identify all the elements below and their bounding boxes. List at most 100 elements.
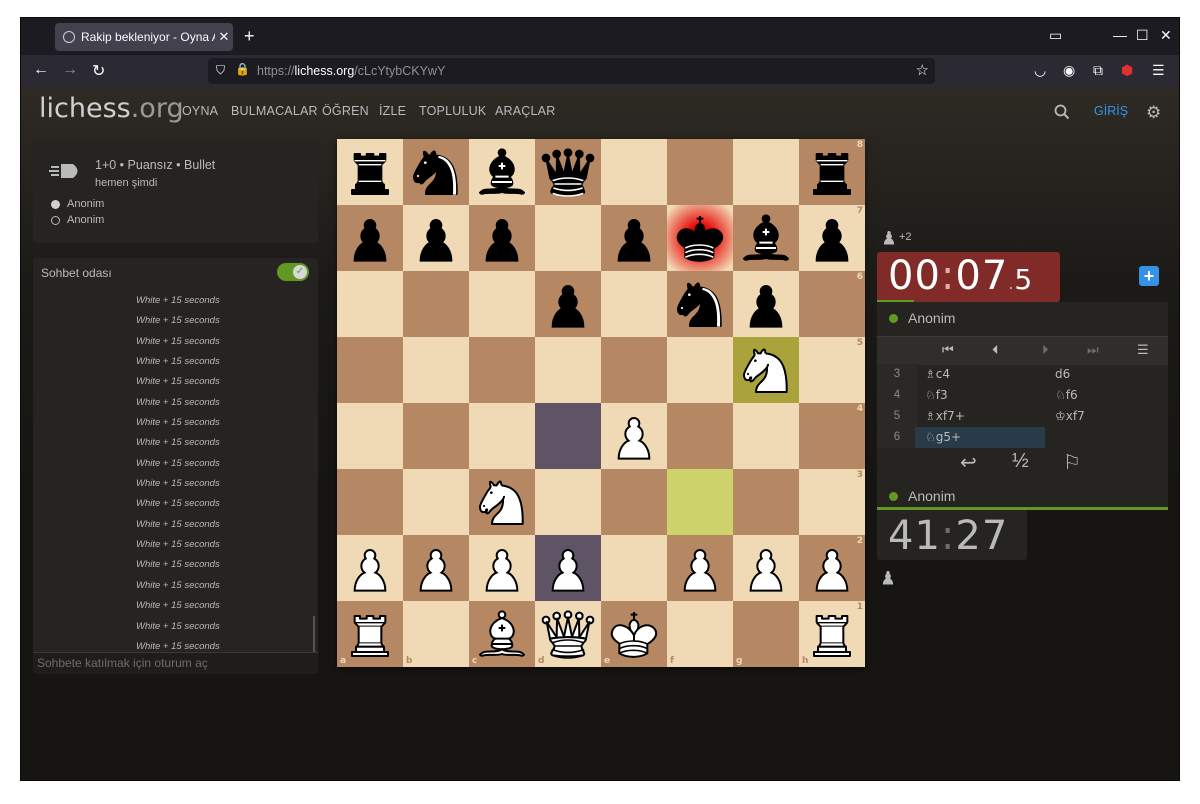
move-menu-icon[interactable]: ☰: [1137, 342, 1149, 358]
square-g7[interactable]: [733, 205, 799, 271]
square-b5[interactable]: [403, 337, 469, 403]
bottom-player[interactable]: Anonim: [889, 488, 955, 504]
square-c5[interactable]: [469, 337, 535, 403]
browser-tab[interactable]: Rakip bekleniyor - Oyna Ar ✕: [55, 23, 233, 51]
square-a2[interactable]: [337, 535, 403, 601]
maximize-icon[interactable]: ☐: [1136, 27, 1149, 44]
first-move-icon[interactable]: ⏮: [942, 342, 954, 358]
square-a4[interactable]: [337, 403, 403, 469]
account-icon[interactable]: ◉: [1063, 62, 1075, 79]
white-player[interactable]: Anonim: [51, 198, 104, 210]
top-player[interactable]: Anonim: [889, 310, 955, 326]
square-g6[interactable]: [733, 271, 799, 337]
resign-flag-icon[interactable]: ⚐: [1063, 450, 1081, 475]
menu-watch[interactable]: İZLE: [379, 104, 406, 118]
white-move[interactable]: ♘g5+: [915, 427, 1045, 448]
square-a6[interactable]: [337, 271, 403, 337]
square-a8[interactable]: [337, 139, 403, 205]
square-f2[interactable]: [667, 535, 733, 601]
black-move[interactable]: ♔xf7: [1055, 406, 1165, 427]
takeback-icon[interactable]: ↩: [960, 450, 977, 475]
bookmark-star-icon[interactable]: ☆: [916, 61, 929, 79]
square-d2[interactable]: [535, 535, 601, 601]
offer-draw-button[interactable]: ½: [1012, 450, 1029, 473]
square-e1[interactable]: e: [601, 601, 667, 667]
square-b2[interactable]: [403, 535, 469, 601]
chess-board[interactable]: 8 7 6 54 32 ab c d e f g 1 h: [337, 139, 865, 667]
minimize-icon[interactable]: —: [1113, 27, 1127, 43]
square-b3[interactable]: [403, 469, 469, 535]
menu-learn[interactable]: ÖĞREN: [322, 104, 369, 118]
square-b4[interactable]: [403, 403, 469, 469]
square-d6[interactable]: [535, 271, 601, 337]
login-link[interactable]: GİRİŞ: [1094, 104, 1128, 118]
square-b6[interactable]: [403, 271, 469, 337]
square-h4[interactable]: 4: [799, 403, 865, 469]
black-player[interactable]: Anonim: [51, 214, 104, 226]
square-d8[interactable]: [535, 139, 601, 205]
square-d7[interactable]: [535, 205, 601, 271]
add-time-button[interactable]: +: [1139, 266, 1159, 286]
square-a3[interactable]: [337, 469, 403, 535]
square-g8[interactable]: [733, 139, 799, 205]
square-d3[interactable]: [535, 469, 601, 535]
back-icon[interactable]: ←: [33, 61, 49, 79]
black-move[interactable]: d6: [1055, 364, 1165, 385]
menu-puzzles[interactable]: BULMACALAR: [231, 104, 318, 118]
next-move-icon[interactable]: ⏵: [1042, 342, 1049, 358]
reload-icon[interactable]: ↻: [92, 61, 105, 81]
lock-icon[interactable]: 🔒: [235, 62, 250, 76]
close-window-icon[interactable]: ✕: [1160, 27, 1172, 44]
menu-icon[interactable]: ☰: [1152, 62, 1165, 79]
square-d4[interactable]: [535, 403, 601, 469]
square-f4[interactable]: [667, 403, 733, 469]
ublock-icon[interactable]: ⬢: [1121, 62, 1133, 79]
square-c4[interactable]: [469, 403, 535, 469]
white-move[interactable]: ♘f3: [925, 385, 1045, 406]
square-c7[interactable]: [469, 205, 535, 271]
close-tab-icon[interactable]: ✕: [215, 29, 233, 45]
square-e7[interactable]: [601, 205, 667, 271]
square-g3[interactable]: [733, 469, 799, 535]
square-h1[interactable]: 1h: [799, 601, 865, 667]
square-c3[interactable]: [469, 469, 535, 535]
square-e3[interactable]: [601, 469, 667, 535]
menu-community[interactable]: TOPLULUK: [419, 104, 486, 118]
search-icon[interactable]: [1054, 104, 1070, 125]
square-e2[interactable]: [601, 535, 667, 601]
forward-icon[interactable]: →: [62, 61, 78, 79]
square-f8[interactable]: [667, 139, 733, 205]
menu-tools[interactable]: ARAÇLAR: [495, 104, 555, 118]
black-move[interactable]: ♘f6: [1055, 385, 1165, 406]
white-move[interactable]: ♗c4: [925, 364, 1045, 385]
square-h3[interactable]: 3: [799, 469, 865, 535]
square-f1[interactable]: f: [667, 601, 733, 667]
square-h5[interactable]: 5: [799, 337, 865, 403]
square-a7[interactable]: [337, 205, 403, 271]
square-g1[interactable]: g: [733, 601, 799, 667]
square-h6[interactable]: 6: [799, 271, 865, 337]
square-c2[interactable]: [469, 535, 535, 601]
tab-list-icon[interactable]: ▭: [1049, 27, 1062, 44]
square-e4[interactable]: [601, 403, 667, 469]
square-b8[interactable]: [403, 139, 469, 205]
square-c8[interactable]: [469, 139, 535, 205]
square-d5[interactable]: [535, 337, 601, 403]
square-g2[interactable]: [733, 535, 799, 601]
square-b1[interactable]: b: [403, 601, 469, 667]
chat-scrollbar[interactable]: [313, 616, 315, 652]
chat-toggle[interactable]: ✓: [277, 263, 309, 281]
last-move-icon[interactable]: ⏭: [1087, 342, 1099, 358]
site-logo[interactable]: lichess.org: [39, 93, 184, 124]
square-b7[interactable]: [403, 205, 469, 271]
menu-play[interactable]: OYNA: [182, 104, 218, 118]
tracking-protection-icon[interactable]: ⛉: [216, 63, 225, 78]
square-h7[interactable]: 7: [799, 205, 865, 271]
square-f7[interactable]: [667, 205, 733, 271]
square-c6[interactable]: [469, 271, 535, 337]
square-d1[interactable]: d: [535, 601, 601, 667]
new-tab-icon[interactable]: +: [244, 26, 255, 47]
square-f5[interactable]: [667, 337, 733, 403]
square-c1[interactable]: c: [469, 601, 535, 667]
square-e6[interactable]: [601, 271, 667, 337]
